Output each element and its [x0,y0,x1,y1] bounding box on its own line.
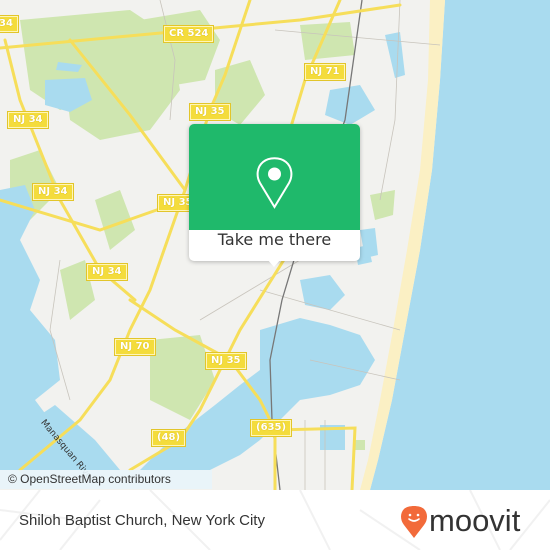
footer-bar: Shiloh Baptist Church, New York City moo… [0,490,550,550]
road-shield-635: (635) [249,419,293,437]
road-shield-nj35-top: NJ 35 [189,103,231,121]
moovit-logo[interactable]: moovit [400,504,540,538]
map-attribution[interactable]: © OpenStreetMap contributors [0,470,212,489]
place-name: Shiloh Baptist Church, New York City [19,512,265,529]
road-shield-cr524: CR 524 [162,25,215,43]
road-shield-nj71: NJ 71 [304,63,346,81]
road-shield-nj34-top: 34 [0,15,19,33]
map-view[interactable]: CR 524 34 NJ 35 NJ 71 NJ 34 NJ 34 NJ 35 … [0,0,550,490]
moovit-wordmark: moovit [429,503,521,538]
take-me-there-button[interactable]: Take me there [189,230,360,261]
road-shield-nj35-low: NJ 35 [205,352,247,370]
road-shield-nj34-c: NJ 34 [86,263,128,281]
road-shield-48: (48) [150,429,187,447]
location-pin-icon [256,157,293,209]
moovit-pin-icon [401,506,427,538]
destination-popup[interactable]: Take me there [189,124,360,261]
road-shield-nj34-b: NJ 34 [32,183,74,201]
popup-pointer [267,259,281,267]
road-shield-nj34-a: NJ 34 [7,111,49,129]
road-shield-nj70: NJ 70 [114,338,156,356]
popup-header[interactable] [189,124,360,230]
